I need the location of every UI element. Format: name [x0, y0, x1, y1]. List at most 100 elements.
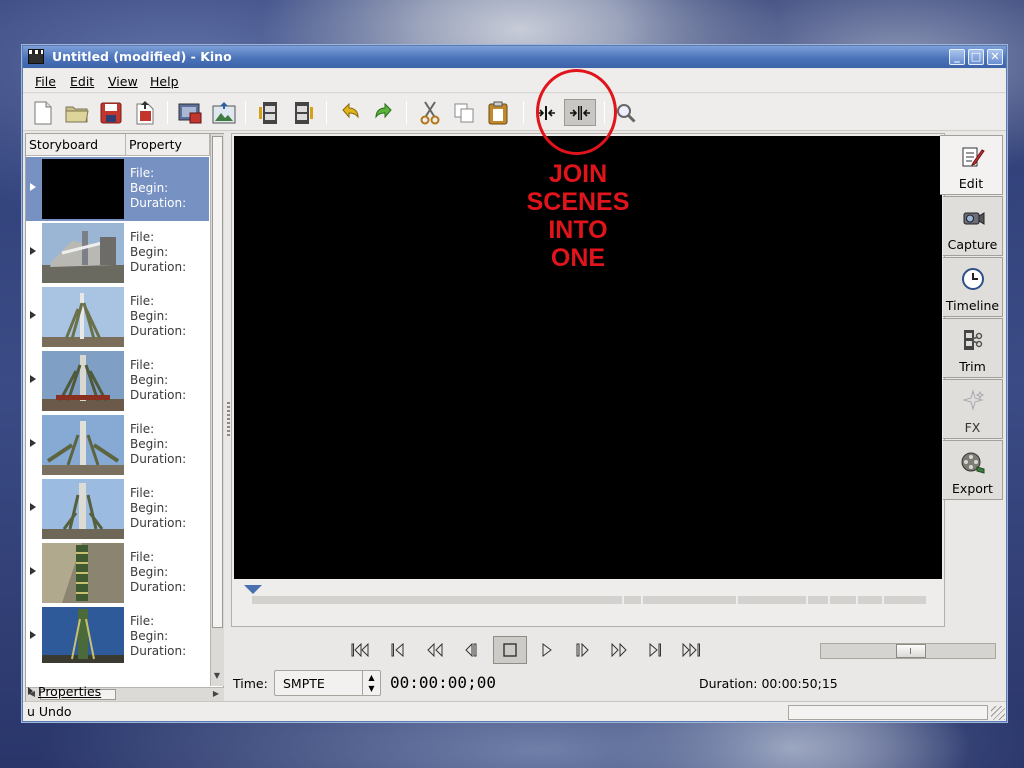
- tab-export[interactable]: Export: [943, 440, 1003, 500]
- expand-arrow-icon[interactable]: [30, 567, 36, 575]
- step-back-button[interactable]: [459, 638, 483, 662]
- cut-icon: [420, 100, 440, 124]
- scene-row[interactable]: File: Begin: Duration:: [26, 285, 209, 349]
- menu-help[interactable]: Help: [150, 74, 179, 89]
- scene-properties: File: Begin: Duration:: [130, 294, 187, 338]
- scene-row[interactable]: File: Begin: Duration:: [26, 221, 209, 285]
- expand-arrow-icon[interactable]: [30, 183, 36, 191]
- scene-thumbnail: [42, 287, 124, 347]
- tab-fx[interactable]: FX: [943, 379, 1003, 439]
- scene-properties: File: Begin: Duration:: [130, 166, 187, 210]
- storyboard-panel: Storyboard Property File: Begin: Duration:…: [25, 133, 224, 708]
- time-format-spinner[interactable]: SMPTE ▲ ▼: [274, 670, 381, 696]
- scene-properties: File: Begin: Duration:: [130, 550, 187, 594]
- insert-before-icon: [259, 101, 277, 124]
- redo-button[interactable]: [370, 99, 398, 126]
- slider-handle[interactable]: [896, 644, 926, 658]
- scene-scrub-track[interactable]: [252, 596, 926, 604]
- next-scene-button[interactable]: [643, 638, 667, 662]
- resize-grip[interactable]: [991, 706, 1005, 720]
- scroll-right-icon[interactable]: ▶: [210, 688, 222, 700]
- first-scene-icon: [351, 643, 369, 657]
- status-progress-bar: [788, 705, 988, 720]
- expand-arrow-icon[interactable]: [30, 631, 36, 639]
- redo-icon: [375, 102, 392, 119]
- insert-before-button[interactable]: [255, 99, 283, 126]
- properties-expander[interactable]: Properties: [28, 684, 101, 699]
- scene-row[interactable]: File: Begin: Duration:: [26, 541, 209, 605]
- expand-arrow-icon[interactable]: [30, 311, 36, 319]
- undo-button[interactable]: [336, 99, 364, 126]
- scene-row[interactable]: File: Begin: Duration:: [26, 605, 209, 663]
- maximize-button[interactable]: □: [968, 49, 984, 65]
- first-scene-button[interactable]: [349, 638, 373, 662]
- open-button[interactable]: [63, 99, 91, 126]
- scene-row[interactable]: File: Begin: Duration:: [26, 477, 209, 541]
- export-image-button[interactable]: [210, 99, 238, 126]
- scene-properties: File: Begin: Duration:: [130, 486, 187, 530]
- scene-row[interactable]: File: Begin: Duration:: [26, 349, 209, 413]
- annotation-circle: [536, 69, 617, 155]
- paste-button[interactable]: [484, 99, 512, 126]
- clapperboard-icon: [28, 49, 44, 64]
- play-icon: [542, 643, 552, 657]
- play-button[interactable]: [535, 638, 559, 662]
- scene-thumbnail: [42, 159, 124, 219]
- playhead-marker[interactable]: [244, 585, 262, 594]
- menu-edit[interactable]: Edit: [70, 74, 94, 89]
- status-bar: u Undo: [23, 701, 1006, 721]
- new-button[interactable]: [29, 99, 57, 126]
- trim-icon: [964, 330, 983, 350]
- tab-trim[interactable]: Trim: [943, 318, 1003, 378]
- scene-row[interactable]: File: Begin: Duration:: [26, 413, 209, 477]
- next-scene-icon: [649, 643, 661, 657]
- scene-row[interactable]: File: Begin: Duration:: [26, 157, 209, 221]
- insert-after-button[interactable]: [289, 99, 317, 126]
- sparkle-icon: [962, 389, 985, 411]
- toolbar: [23, 94, 1006, 131]
- zoom-slider[interactable]: [820, 643, 996, 659]
- rewind-button[interactable]: [423, 638, 447, 662]
- minimize-button[interactable]: _: [949, 49, 965, 65]
- tab-timeline[interactable]: Timeline: [943, 257, 1003, 317]
- window-title: Untitled (modified) - Kino: [52, 49, 232, 64]
- undo-icon: [342, 102, 359, 119]
- save-as-button[interactable]: [131, 99, 159, 126]
- scrollbar-thumb[interactable]: [212, 136, 223, 628]
- tab-edit[interactable]: Edit: [940, 135, 1003, 195]
- last-scene-icon: [682, 643, 700, 657]
- column-property[interactable]: Property: [126, 134, 210, 156]
- panel-splitter-handle[interactable]: [227, 402, 230, 438]
- stop-button[interactable]: [493, 636, 527, 664]
- storyboard-vertical-scrollbar[interactable]: ▼: [210, 134, 224, 686]
- expand-arrow-icon[interactable]: [30, 503, 36, 511]
- tab-capture[interactable]: Capture: [943, 196, 1003, 256]
- menu-file[interactable]: File: [35, 74, 56, 89]
- column-storyboard[interactable]: Storyboard: [26, 134, 126, 156]
- previous-scene-icon: [391, 643, 404, 657]
- expand-arrow-icon[interactable]: [30, 247, 36, 255]
- save-button[interactable]: [97, 99, 125, 126]
- time-label: Time:: [233, 676, 268, 691]
- save-frame-button[interactable]: [176, 99, 204, 126]
- step-forward-button[interactable]: [571, 638, 595, 662]
- scroll-down-icon[interactable]: ▼: [211, 670, 223, 682]
- scene-list: File: Begin: Duration: File: Begin: Duration…: [26, 157, 209, 663]
- title-bar[interactable]: Untitled (modified) - Kino _ □ ✕: [23, 46, 1006, 68]
- spinner-arrows-icon[interactable]: ▲ ▼: [362, 671, 380, 695]
- close-button[interactable]: ✕: [987, 49, 1003, 65]
- previous-scene-button[interactable]: [387, 638, 411, 662]
- copy-button[interactable]: [450, 99, 478, 126]
- cut-button[interactable]: [416, 99, 444, 126]
- save-frame-icon: [178, 103, 202, 123]
- time-format-value: SMPTE: [283, 676, 325, 691]
- scene-thumbnail: [42, 415, 124, 475]
- expand-arrow-icon[interactable]: [30, 439, 36, 447]
- annotation-label: JOIN SCENES INTO ONE: [526, 160, 630, 272]
- fast-forward-button[interactable]: [607, 638, 631, 662]
- menu-view[interactable]: View: [108, 74, 138, 89]
- last-scene-button[interactable]: [679, 638, 703, 662]
- duration-label: Duration: 00:00:50;15: [699, 676, 838, 691]
- scene-thumbnail: [42, 543, 124, 603]
- expand-arrow-icon[interactable]: [30, 375, 36, 383]
